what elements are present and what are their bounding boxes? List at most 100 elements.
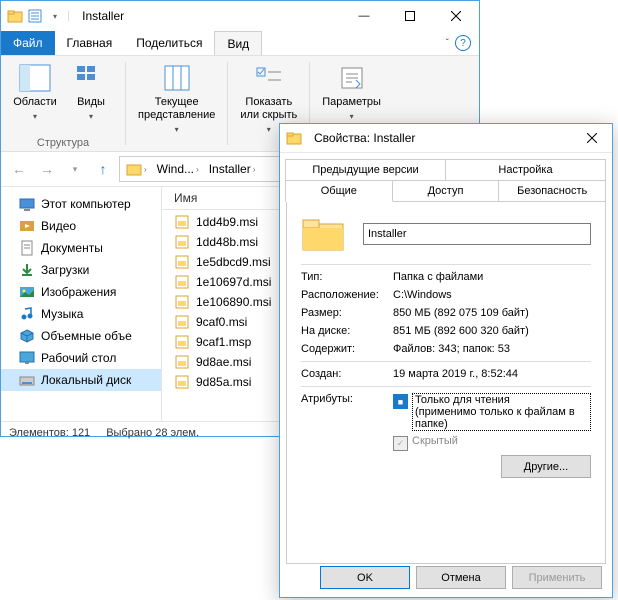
hidden-label: Скрытый (412, 435, 458, 447)
cancel-button[interactable]: Отмена (416, 566, 506, 589)
msi-icon (174, 374, 190, 390)
quick-access-toolbar: ▾ | (1, 8, 76, 24)
views-button[interactable]: Виды ▾ (63, 60, 119, 125)
status-selection-count: Выбрано 28 элем. (106, 427, 199, 439)
navigation-pane-icon (19, 62, 51, 94)
tab-previous-versions[interactable]: Предыдущие версии (285, 159, 446, 180)
current-view-button[interactable]: Текущее представление ▾ (132, 60, 221, 138)
window-title: Installer (76, 9, 341, 23)
tab-share[interactable]: Поделиться (124, 31, 214, 55)
ribbon-expand-icon[interactable]: ˇ (446, 38, 449, 49)
msi-icon (174, 254, 190, 270)
msi-icon (174, 214, 190, 230)
breadcrumb-segment[interactable]: Wind...› (153, 162, 203, 176)
tab-general[interactable]: Общие (285, 180, 393, 202)
readonly-checkbox[interactable]: ■ (393, 394, 408, 409)
document-icon (19, 240, 35, 256)
tab-security[interactable]: Безопасность (498, 180, 606, 202)
disk-icon (19, 372, 35, 388)
minimize-button[interactable]: — (341, 1, 387, 31)
picture-icon (19, 284, 35, 300)
hidden-checkbox: ✓ (393, 436, 408, 451)
columns-icon (161, 62, 193, 94)
folder-name-input[interactable] (363, 223, 591, 245)
msi-icon (174, 274, 190, 290)
readonly-label: Только для чтения(применимо только к фай… (412, 393, 591, 431)
maximize-button[interactable] (387, 1, 433, 31)
views-icon (75, 62, 107, 94)
dialog-buttons: OK Отмена Применить (320, 566, 602, 589)
label-contains: Содержит: (301, 343, 393, 355)
checkbox-list-icon (253, 62, 285, 94)
folder-icon (286, 130, 302, 146)
ribbon-group-label: Структура (1, 137, 125, 149)
desktop-icon (19, 350, 35, 366)
tab-sharing[interactable]: Доступ (392, 180, 500, 202)
msp-icon (174, 334, 190, 350)
label-size-on-disk: На диске: (301, 325, 393, 337)
options-icon (336, 62, 368, 94)
navigation-pane: Этот компьютер Видео Документы Загрузки … (1, 187, 162, 421)
label-size: Размер: (301, 307, 393, 319)
qat-dropdown-icon[interactable]: ▾ (47, 8, 63, 24)
help-icon[interactable]: ? (455, 35, 471, 51)
msi-icon (174, 354, 190, 370)
dialog-title: Свойства: Installer (308, 131, 572, 145)
nav-desktop[interactable]: Рабочий стол (1, 347, 161, 369)
panes-button[interactable]: Области ▾ (7, 60, 63, 125)
folder-icon: › (122, 161, 151, 177)
explorer-titlebar: ▾ | Installer — (1, 1, 479, 31)
chevron-down-icon: ▾ (33, 110, 37, 123)
video-icon (19, 218, 35, 234)
tab-customize[interactable]: Настройка (445, 159, 606, 180)
back-button[interactable]: ← (7, 157, 31, 181)
value-location: C:\Windows (393, 289, 591, 301)
nav-music[interactable]: Музыка (1, 303, 161, 325)
nav-this-pc[interactable]: Этот компьютер (1, 193, 161, 215)
value-contains: Файлов: 343; папок: 53 (393, 343, 591, 355)
chevron-down-icon: ▾ (175, 123, 179, 136)
apply-button[interactable]: Применить (512, 566, 602, 589)
ribbon-tabs: Файл Главная Поделиться Вид ˇ ? (1, 31, 479, 56)
label-type: Тип: (301, 271, 393, 283)
pc-icon (19, 196, 35, 212)
dialog-close-button[interactable] (572, 124, 612, 152)
dialog-titlebar: Свойства: Installer (280, 124, 612, 153)
label-location: Расположение: (301, 289, 393, 301)
recent-locations-button[interactable]: ▾ (63, 157, 87, 181)
value-size: 850 МБ (892 075 109 байт) (393, 307, 591, 319)
cube-icon (19, 328, 35, 344)
nav-3d-objects[interactable]: Объемные объе (1, 325, 161, 347)
tab-file[interactable]: Файл (1, 31, 55, 55)
options-button[interactable]: Параметры ▾ (316, 60, 387, 125)
nav-videos[interactable]: Видео (1, 215, 161, 237)
advanced-button[interactable]: Другие... (501, 455, 591, 478)
forward-button[interactable]: → (35, 157, 59, 181)
nav-documents[interactable]: Документы (1, 237, 161, 259)
nav-local-disk[interactable]: Локальный диск (1, 369, 161, 391)
chevron-down-icon: ▾ (350, 110, 354, 123)
folder-large-icon (301, 214, 345, 254)
value-type: Папка с файлами (393, 271, 591, 283)
label-attributes: Атрибуты: (301, 393, 393, 478)
breadcrumb-segment[interactable]: Installer› (205, 162, 260, 176)
chevron-down-icon: ▾ (267, 123, 271, 136)
tab-home[interactable]: Главная (55, 31, 125, 55)
music-icon (19, 306, 35, 322)
value-created: 19 марта 2019 г., 8:52:44 (393, 368, 591, 380)
nav-pictures[interactable]: Изображения (1, 281, 161, 303)
status-item-count: Элементов: 121 (9, 427, 90, 439)
download-icon (19, 262, 35, 278)
folder-icon (7, 8, 23, 24)
value-size-on-disk: 851 МБ (892 600 320 байт) (393, 325, 591, 337)
tab-view[interactable]: Вид (214, 31, 262, 55)
properties-dialog: Свойства: Installer Предыдущие версии На… (279, 123, 613, 598)
up-button[interactable]: ↑ (91, 157, 115, 181)
chevron-down-icon: ▾ (89, 110, 93, 123)
nav-downloads[interactable]: Загрузки (1, 259, 161, 281)
tab-panel-general: Тип:Папка с файлами Расположение:C:\Wind… (286, 202, 606, 564)
ok-button[interactable]: OK (320, 566, 410, 589)
close-button[interactable] (433, 1, 479, 31)
msi-icon (174, 294, 190, 310)
properties-icon[interactable] (27, 8, 43, 24)
